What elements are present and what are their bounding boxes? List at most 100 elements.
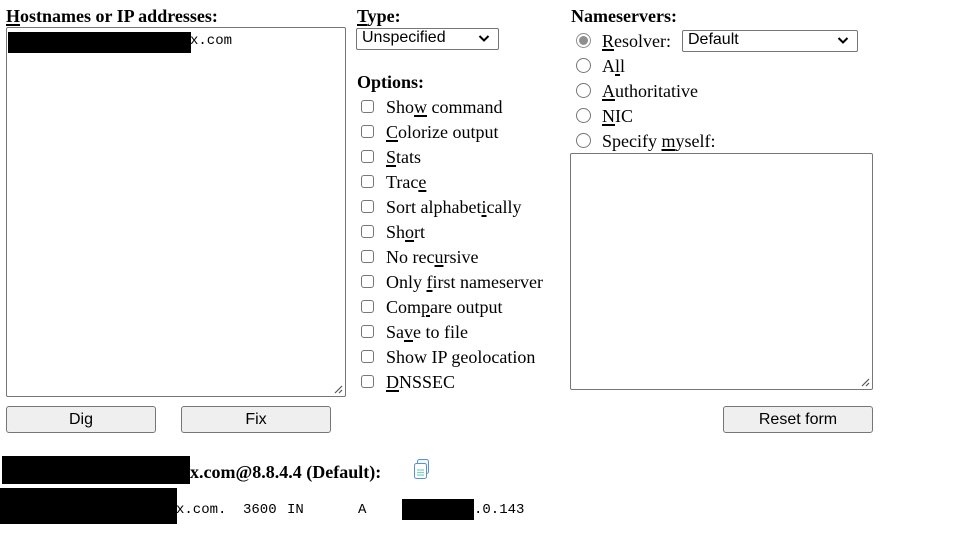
option-label-part: Trac <box>386 171 419 192</box>
radio-label-part: esolver: <box>614 30 671 51</box>
nameserver-radio-row[interactable]: NIC <box>576 103 633 128</box>
option-label[interactable]: Save to file <box>386 322 468 342</box>
hostnames-textarea[interactable]: x.com <box>6 27 346 397</box>
option-label-part: Sa <box>386 321 404 342</box>
checkbox[interactable] <box>361 375 374 388</box>
radio-label-part: uthoritative <box>615 80 698 101</box>
radio-label-part: l <box>620 55 626 76</box>
option-checkbox-row[interactable]: Save to file <box>361 319 468 344</box>
radio-label[interactable]: Resolver: <box>602 31 671 51</box>
option-label-part: C <box>386 121 399 142</box>
nameserver-radio-row[interactable]: All <box>576 53 625 78</box>
option-label[interactable]: Trace <box>386 172 426 192</box>
copy-icon[interactable] <box>412 458 434 480</box>
option-label-part: S <box>386 146 397 167</box>
option-checkbox-row[interactable]: No recursive <box>361 244 478 269</box>
radio-label-part: Specify <box>602 130 662 151</box>
radio-button[interactable] <box>576 83 591 98</box>
type-selected-value: Unspecified <box>362 29 446 46</box>
option-label[interactable]: Sort alphabetically <box>386 197 521 217</box>
option-label[interactable]: Stats <box>386 147 421 167</box>
option-checkbox-row[interactable]: DNSSEC <box>361 369 455 394</box>
resize-handle-icon[interactable] <box>861 378 870 387</box>
radio-label-part: N <box>602 105 615 126</box>
option-label-part: D <box>386 371 399 392</box>
checkbox[interactable] <box>361 100 374 113</box>
checkbox[interactable] <box>361 125 374 138</box>
radio-label-part: A <box>602 80 615 101</box>
checkbox[interactable] <box>361 150 374 163</box>
checkbox[interactable] <box>361 275 374 288</box>
record-name: x.com. <box>176 502 227 518</box>
option-checkbox-row[interactable]: Only first nameserver <box>361 269 543 294</box>
reset-form-button[interactable]: Reset form <box>723 406 873 433</box>
option-label[interactable]: Show IP geolocation <box>386 347 535 367</box>
option-label[interactable]: DNSSEC <box>386 372 455 392</box>
option-label-part: tats <box>396 146 422 167</box>
radio-label-part: IC <box>615 105 633 126</box>
option-label-part: rsive <box>443 246 479 267</box>
option-checkbox-row[interactable]: Show command <box>361 94 503 119</box>
nameserver-radio-row[interactable]: Resolver: <box>576 28 671 53</box>
option-label[interactable]: Compare output <box>386 297 503 317</box>
checkbox[interactable] <box>361 225 374 238</box>
option-checkbox-row[interactable]: Colorize output <box>361 119 499 144</box>
option-label-part: Show IP geolocation <box>386 346 536 367</box>
option-label-part: p <box>421 296 431 317</box>
checkbox[interactable] <box>361 250 374 263</box>
nameservers-label: Nameservers: <box>571 6 677 26</box>
radio-label[interactable]: All <box>602 56 625 76</box>
option-checkbox-row[interactable]: Trace <box>361 169 426 194</box>
checkbox[interactable] <box>361 175 374 188</box>
checkbox[interactable] <box>361 200 374 213</box>
redaction <box>8 32 191 53</box>
option-checkbox-row[interactable]: Sort alphabetically <box>361 194 521 219</box>
resolver-select[interactable]: Default <box>682 30 858 52</box>
radio-label-part: yself: <box>675 130 716 151</box>
resize-handle-icon[interactable] <box>334 385 343 394</box>
radio-label[interactable]: Specify myself: <box>602 131 716 151</box>
nameserver-radio-row[interactable]: Specify myself: <box>576 128 716 153</box>
option-label-part: Sort alphabet <box>386 196 482 217</box>
radio-button[interactable] <box>576 33 591 48</box>
radio-button[interactable] <box>576 58 591 73</box>
record-type: A <box>358 502 367 518</box>
type-select[interactable]: Unspecified <box>356 28 499 50</box>
dig-button[interactable]: Dig <box>6 406 156 433</box>
option-checkbox-row[interactable]: Short <box>361 219 425 244</box>
radio-label[interactable]: Authoritative <box>602 81 698 101</box>
fix-button[interactable]: Fix <box>181 406 331 433</box>
radio-button[interactable] <box>576 108 591 123</box>
chevron-down-icon <box>478 35 490 42</box>
checkbox[interactable] <box>361 325 374 338</box>
option-label-part: o <box>405 221 415 242</box>
record-ttl: 3600 <box>243 502 277 518</box>
option-label[interactable]: Colorize output <box>386 122 499 142</box>
type-label: Type: <box>357 6 401 26</box>
option-checkbox-row[interactable]: Stats <box>361 144 421 169</box>
option-checkbox-row[interactable]: Compare output <box>361 294 503 319</box>
checkbox[interactable] <box>361 350 374 363</box>
option-label[interactable]: Only first nameserver <box>386 272 543 292</box>
radio-label[interactable]: NIC <box>602 106 633 126</box>
hostnames-label: Hostnames or IP addresses: <box>6 6 218 26</box>
option-label-part: rt <box>414 221 426 242</box>
option-label[interactable]: Short <box>386 222 425 242</box>
option-checkbox-row[interactable]: Show IP geolocation <box>361 344 535 369</box>
radio-label-part: R <box>602 30 615 51</box>
checkbox[interactable] <box>361 300 374 313</box>
option-label-part: Com <box>386 296 422 317</box>
radio-button[interactable] <box>576 133 591 148</box>
option-label-part: e <box>418 171 427 192</box>
redaction <box>0 488 177 524</box>
option-label-part: are output <box>430 296 503 317</box>
option-label[interactable]: Show command <box>386 97 503 117</box>
redaction <box>2 456 190 484</box>
record-class: IN <box>287 502 304 518</box>
nameserver-radio-row[interactable]: Authoritative <box>576 78 698 103</box>
option-label-part: w <box>414 96 428 117</box>
options-label: Options: <box>357 72 425 92</box>
custom-nameservers-textarea[interactable] <box>570 153 873 390</box>
radio-label-part: m <box>661 130 676 151</box>
option-label[interactable]: No recursive <box>386 247 478 267</box>
